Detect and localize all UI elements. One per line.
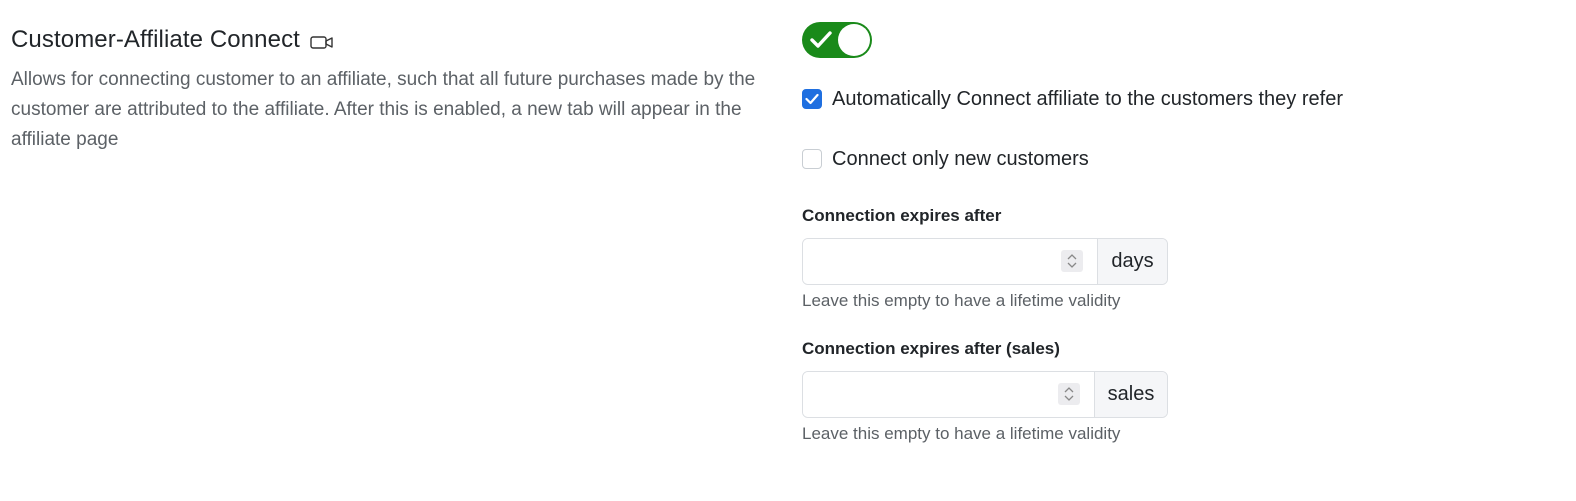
days-suffix: days [1097, 239, 1167, 284]
auto-connect-option[interactable]: Automatically Connect affiliate to the c… [802, 84, 1502, 114]
video-camera-icon[interactable] [310, 34, 334, 50]
expiry-sales-help: Leave this empty to have a lifetime vali… [802, 424, 1121, 443]
setting-description: Allows for connecting customer to an aff… [11, 69, 756, 150]
number-spinner-icon[interactable] [1058, 383, 1080, 405]
setting-title: Customer-Affiliate Connect [11, 26, 300, 53]
expiry-sales-label: Connection expires after (sales) [802, 339, 1060, 358]
checkmark-icon [805, 93, 819, 105]
setting-controls: Automatically Connect affiliate to the c… [802, 22, 1502, 444]
expiry-sales-input[interactable] [803, 372, 1094, 417]
new-only-checkbox[interactable] [802, 149, 822, 169]
number-spinner-icon[interactable] [1061, 250, 1083, 272]
expiry-days-help: Leave this empty to have a lifetime vali… [802, 291, 1121, 310]
toggle-knob [838, 24, 870, 56]
auto-connect-label[interactable]: Automatically Connect affiliate to the c… [832, 88, 1343, 111]
sales-suffix: sales [1094, 372, 1167, 417]
new-only-option[interactable]: Connect only new customers [802, 144, 1502, 174]
expiry-days-label: Connection expires after [802, 206, 1002, 225]
auto-connect-checkbox[interactable] [802, 89, 822, 109]
expiry-days-group: days [802, 238, 1168, 285]
expiry-days-input[interactable] [803, 239, 1097, 284]
checkmark-icon [810, 31, 832, 48]
expiry-sales-group: sales [802, 371, 1168, 418]
new-only-label[interactable]: Connect only new customers [832, 148, 1089, 171]
enable-toggle[interactable] [802, 22, 872, 58]
setting-info: Customer-Affiliate Connect Allows for co… [11, 24, 771, 155]
setting-title-row: Customer-Affiliate Connect [11, 24, 771, 56]
